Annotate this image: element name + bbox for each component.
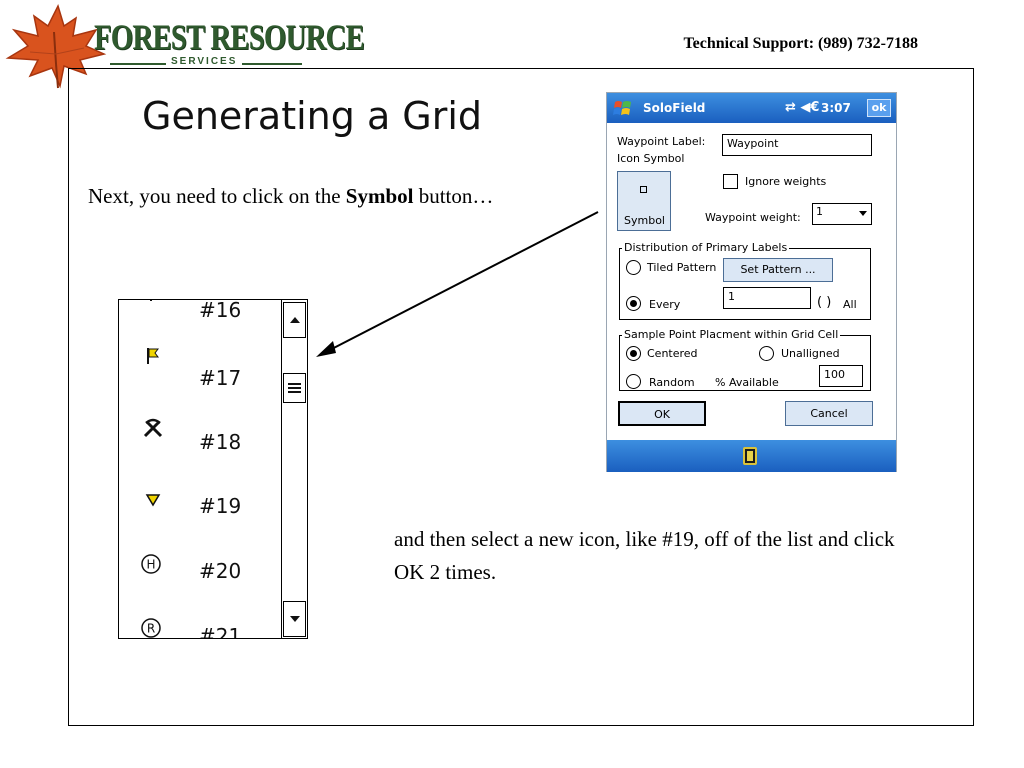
circle-r-icon: R [139, 616, 163, 638]
list-item-16[interactable]: #16 [119, 299, 281, 338]
every-radio[interactable] [626, 296, 641, 311]
triangle-down-icon [289, 616, 300, 622]
unaligned-label: Unalligned [781, 347, 840, 360]
support-phone: Technical Support: (989) 732-7188 [683, 35, 918, 52]
icon-symbol-list[interactable]: #16 #17 #18 #19 H #20 R #21 [118, 299, 308, 639]
list-item-label: #21 [199, 624, 242, 639]
circle-h-icon: H [139, 552, 163, 576]
scroll-down-button[interactable] [283, 601, 306, 637]
symbol-button-label: Symbol [624, 214, 665, 227]
list-item-label: #18 [199, 430, 242, 454]
waypoint-label-input[interactable]: Waypoint [722, 134, 872, 156]
set-pattern-button[interactable]: Set Pattern ... [723, 258, 833, 282]
waypoint-weight-label: Waypoint weight: [705, 211, 801, 224]
app-title: SoloField [643, 101, 706, 115]
dot-icon [139, 300, 163, 312]
slide-title: Generating a Grid [142, 94, 483, 138]
list-item-19[interactable]: #19 [119, 482, 281, 522]
instruction-text-1-bold: Symbol [345, 184, 414, 208]
circle-r-glyph: R [147, 622, 155, 636]
list-item-label: #19 [199, 494, 242, 518]
unaligned-radio[interactable] [759, 346, 774, 361]
list-item-label: #17 [199, 366, 242, 390]
pickaxe-icon [141, 416, 165, 440]
ok-button[interactable]: OK [618, 401, 706, 426]
random-radio[interactable] [626, 374, 641, 389]
list-item-label: #20 [199, 559, 242, 583]
symbol-button[interactable]: Symbol [617, 171, 671, 231]
instruction-text-1-end: button… [413, 184, 494, 208]
instruction-text-2: and then select a new icon, like #19, of… [394, 527, 895, 584]
dialog-titlebar: SoloField ⇄ ◀€ 3:07 ok [607, 93, 896, 123]
list-item-17[interactable]: #17 [119, 344, 281, 390]
waypoint-weight-value: 1 [816, 205, 823, 218]
tiled-pattern-label: Tiled Pattern [647, 261, 717, 274]
instruction-text-1: Next, you need to click on the Symbol bu… [88, 182, 548, 211]
list-item-21[interactable]: R #21 [119, 614, 281, 639]
solofield-dialog: SoloField ⇄ ◀€ 3:07 ok Waypoint Label: W… [606, 92, 897, 472]
logo-subtitle: SERVICES [166, 56, 243, 67]
distribution-legend: Distribution of Primary Labels [622, 241, 790, 254]
ignore-weights-checkbox[interactable] [723, 174, 738, 189]
yellow-triangle-icon [141, 488, 165, 512]
available-input[interactable]: 100 [819, 365, 863, 387]
available-label: % Available [715, 376, 779, 389]
random-label: Random [649, 376, 695, 389]
cancel-button[interactable]: Cancel [785, 401, 873, 426]
all-radio[interactable]: ( ) [817, 295, 831, 310]
tiled-pattern-radio[interactable] [626, 260, 641, 275]
triangle-up-icon [289, 317, 300, 323]
list-item-label: #16 [199, 299, 242, 322]
square-icon [640, 186, 647, 193]
instruction-text-1-start: Next, you need to click on the [88, 184, 346, 208]
windows-start-icon[interactable] [613, 98, 633, 118]
icon-symbol-text: Icon Symbol [617, 152, 685, 165]
list-item-18[interactable]: #18 [119, 414, 281, 454]
circle-h-glyph: H [146, 558, 155, 572]
centered-label: Centered [647, 347, 698, 360]
sample-point-legend: Sample Point Placment within Grid Cell [622, 328, 841, 341]
flag-icon [141, 344, 165, 368]
list-item-20[interactable]: H #20 [119, 550, 281, 590]
waypoint-label-text: Waypoint Label: [617, 135, 706, 148]
list-scrollbar[interactable] [281, 300, 307, 638]
clock-time: 3:07 [821, 101, 851, 115]
ignore-weights-label: Ignore weights [745, 175, 827, 188]
scroll-thumb[interactable] [283, 373, 306, 403]
titlebar-ok-button[interactable]: ok [867, 99, 891, 117]
centered-radio[interactable] [626, 346, 641, 361]
every-input[interactable]: 1 [723, 287, 811, 309]
chevron-down-icon [859, 211, 867, 216]
all-label: All [843, 298, 857, 311]
scroll-up-button[interactable] [283, 302, 306, 338]
keyboard-input-icon[interactable] [743, 447, 757, 465]
logo-title: FOREST RESOURCE [94, 17, 365, 57]
waypoint-weight-select[interactable]: 1 [812, 203, 872, 225]
every-label: Every [649, 298, 681, 311]
connectivity-volume-icon[interactable]: ⇄ ◀€ [785, 100, 819, 115]
dialog-bottombar [607, 440, 896, 472]
